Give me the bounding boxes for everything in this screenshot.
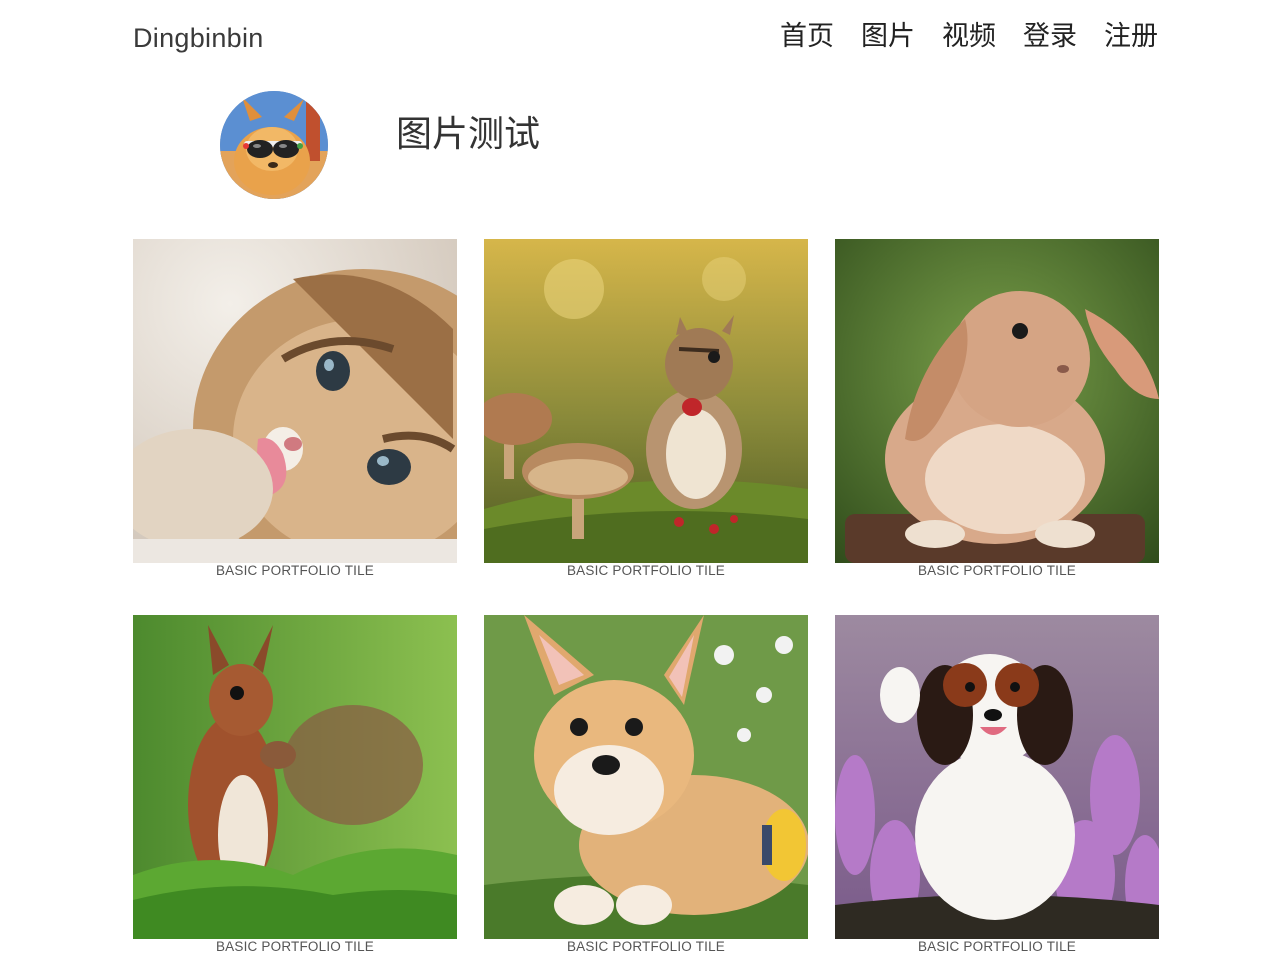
nav-link-images[interactable]: 图片 <box>861 17 915 57</box>
tile-caption: BASIC PORTFOLIO TILE <box>917 563 1077 578</box>
nav-link-videos[interactable]: 视频 <box>942 17 996 57</box>
nav-link-home[interactable]: 首页 <box>780 17 834 57</box>
brand-logo-link[interactable]: Dingbinbin <box>133 20 264 56</box>
main-nav: 首页 图片 视频 登录 注册 <box>780 17 1158 57</box>
tile-caption: BASIC PORTFOLIO TILE <box>566 939 726 954</box>
page-title: 图片测试 <box>396 114 541 155</box>
chipmunk-image[interactable] <box>484 239 808 563</box>
kitten-image[interactable] <box>133 239 457 563</box>
page: Dingbinbin 首页 图片 视频 登录 注册 图片测试 BASIC POR… <box>0 0 1266 966</box>
portfolio-tile-chipmunk[interactable]: BASIC PORTFOLIO TILE <box>484 239 808 579</box>
portfolio-tile-spaniel[interactable]: BASIC PORTFOLIO TILE <box>835 615 1159 955</box>
nav-link-login[interactable]: 登录 <box>1023 17 1077 57</box>
nav-link-register[interactable]: 注册 <box>1104 17 1158 57</box>
rabbit-image[interactable] <box>835 239 1159 563</box>
portfolio-tile-rabbit[interactable]: BASIC PORTFOLIO TILE <box>835 239 1159 579</box>
avatar <box>220 91 328 199</box>
gallery-grid: BASIC PORTFOLIO TILE BASIC PORTFOLIO TIL… <box>133 239 1159 955</box>
dog-with-sunglasses-avatar-icon <box>220 91 328 199</box>
portfolio-tile-corgi[interactable]: BASIC PORTFOLIO TILE <box>484 615 808 955</box>
squirrel-image[interactable] <box>133 615 457 939</box>
portfolio-tile-squirrel[interactable]: BASIC PORTFOLIO TILE <box>133 615 457 955</box>
corgi-image[interactable] <box>484 615 808 939</box>
portfolio-tile-kitten[interactable]: BASIC PORTFOLIO TILE <box>133 239 457 579</box>
tile-caption: BASIC PORTFOLIO TILE <box>917 939 1077 954</box>
tile-caption: BASIC PORTFOLIO TILE <box>566 563 726 578</box>
spaniel-image[interactable] <box>835 615 1159 939</box>
tile-caption: BASIC PORTFOLIO TILE <box>215 563 375 578</box>
tile-caption: BASIC PORTFOLIO TILE <box>215 939 375 954</box>
